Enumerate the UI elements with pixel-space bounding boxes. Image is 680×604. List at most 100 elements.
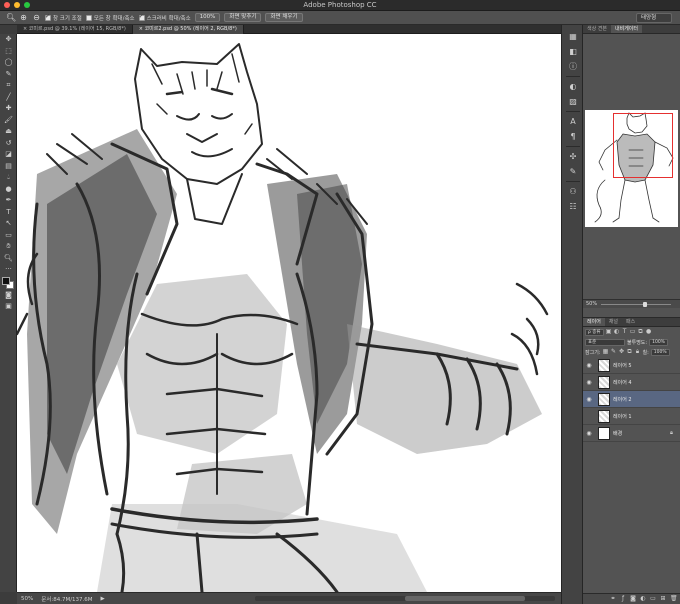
color-swatches[interactable] — [0, 276, 17, 290]
layer-row-selected[interactable]: ◉ 레이어 2 — [583, 391, 680, 408]
scrubby-zoom-checkbox[interactable]: 스크러비 확대/축소 — [138, 13, 191, 22]
checkbox-checked[interactable] — [45, 13, 51, 21]
tab-close-icon[interactable]: × — [139, 26, 143, 32]
layer-row[interactable]: ◉ 레이어 4 — [583, 374, 680, 391]
horizontal-scrollbar[interactable] — [255, 596, 555, 601]
filter-type-icon[interactable]: T — [622, 329, 628, 335]
healing-brush-tool-icon[interactable]: ✚ — [0, 103, 17, 115]
screen-mode-icon[interactable]: ▣ — [0, 301, 17, 313]
quick-select-tool-icon[interactable]: ✎ — [0, 69, 17, 81]
move-tool-icon[interactable]: ✥ — [0, 34, 17, 46]
document-canvas[interactable] — [17, 34, 561, 592]
checkbox-checked[interactable] — [138, 13, 145, 21]
character-panel-icon[interactable]: A — [562, 114, 584, 129]
navigator-zoom-slider[interactable] — [601, 302, 671, 307]
adjustments-panel-icon[interactable]: ◐ — [562, 79, 584, 94]
lock-pixels-icon[interactable]: ✎ — [611, 349, 617, 355]
brush-tool-icon[interactable]: 🖌︎ — [0, 115, 17, 127]
zoom-all-windows-checkbox[interactable]: 모든 창 확대/축소 — [85, 14, 135, 22]
zoom-in-icon[interactable]: ⊕ — [19, 13, 28, 22]
zoom-tool-icon[interactable]: 🔍︎ — [6, 13, 16, 22]
more-tools-icon[interactable]: ··· — [0, 264, 17, 276]
color-panel-icon[interactable]: ◧ — [562, 44, 584, 59]
layer-row-background[interactable]: ◉ 배경 🔒︎ — [583, 425, 680, 442]
foreground-color-swatch[interactable] — [2, 276, 10, 285]
filter-toggle-icon[interactable]: ● — [646, 329, 652, 335]
styles-panel-icon[interactable]: ▨ — [562, 94, 584, 109]
fill-field[interactable]: 100% — [650, 348, 670, 356]
zoom-tool-icon[interactable]: 🔍︎ — [0, 253, 17, 265]
link-layers-icon[interactable]: ⚭ — [610, 596, 616, 602]
fill-screen-button[interactable]: 화면 채우기 — [265, 13, 303, 22]
layer-row[interactable]: ◉ 레이어 5 — [583, 357, 680, 374]
filter-smart-icon[interactable]: ⧉ — [638, 329, 644, 335]
visibility-eye-icon[interactable]: ◉ — [583, 396, 595, 403]
blend-row: 표준 불투명도: 100% — [583, 337, 680, 347]
visibility-eye-icon[interactable]: ◉ — [583, 430, 595, 437]
brushes-panel-icon[interactable]: ✣ — [562, 149, 584, 164]
tab-close-icon[interactable]: × — [23, 26, 27, 32]
hand-tool-icon[interactable]: ✋︎ — [0, 241, 17, 253]
eyedropper-tool-icon[interactable]: ╱ — [0, 92, 17, 104]
marquee-tool-icon[interactable]: ⬚ — [0, 46, 17, 58]
zoom-out-icon[interactable]: ⊖ — [32, 13, 41, 22]
history-panel-icon[interactable]: ▦ — [562, 29, 584, 44]
tab-document-1[interactable]: × 코미르.psd @ 39.1% (레이어 15, RGB/8*) — [17, 25, 133, 34]
filter-pixel-icon[interactable]: ▣ — [606, 329, 612, 335]
opacity-field[interactable]: 100% — [649, 338, 668, 346]
clone-stamp-tool-icon[interactable]: ⏏ — [0, 126, 17, 138]
layer-kind-filter[interactable]: ρ 종류 — [585, 328, 604, 336]
tab-channels[interactable]: 채널 — [605, 318, 622, 326]
slider-knob[interactable] — [643, 302, 647, 307]
clone-source-panel-icon[interactable]: ⚇ — [562, 184, 584, 199]
checkbox[interactable] — [85, 14, 92, 21]
workspace-select[interactable]: 태양형 — [636, 13, 672, 23]
pen-tool-icon[interactable]: ✒ — [0, 195, 17, 207]
tab-layers[interactable]: 레이어 — [583, 318, 605, 326]
lasso-tool-icon[interactable]: ◯ — [0, 57, 17, 69]
resize-windows-checkbox[interactable]: 창 크기 조절 — [45, 13, 82, 22]
navigator-preview[interactable] — [585, 110, 678, 227]
tab-paths[interactable]: 패스 — [622, 318, 639, 326]
eraser-tool-icon[interactable]: ◪ — [0, 149, 17, 161]
tab-navigator[interactable]: 내비게이터 — [611, 25, 643, 33]
tab-swatches[interactable]: 색상 견본 — [583, 25, 611, 33]
gradient-tool-icon[interactable]: ▤ — [0, 161, 17, 173]
blend-mode-select[interactable]: 표준 — [585, 338, 625, 346]
brush-presets-panel-icon[interactable]: ✎ — [562, 164, 584, 179]
new-group-icon[interactable]: ▭ — [650, 596, 656, 602]
visibility-eye-icon[interactable]: ◉ — [583, 379, 595, 386]
blur-tool-icon[interactable]: 💧︎ — [0, 172, 17, 184]
new-layer-icon[interactable]: ⊞ — [660, 596, 666, 602]
tool-presets-panel-icon[interactable]: ☷ — [562, 199, 584, 214]
zoom-100-button[interactable]: 100% — [194, 13, 221, 22]
crop-tool-icon[interactable]: ⌗ — [0, 80, 17, 92]
layer-row[interactable]: 레이어 1 — [583, 408, 680, 425]
filter-adjustment-icon[interactable]: ◐ — [614, 329, 620, 335]
lock-transparent-icon[interactable]: ▦ — [603, 349, 609, 355]
quick-mask-icon[interactable]: ◙ — [0, 290, 17, 302]
lock-position-icon[interactable]: ✥ — [619, 349, 625, 355]
lock-all-icon[interactable]: 🔒︎ — [635, 349, 641, 355]
delete-layer-icon[interactable]: 🗑︎ — [670, 596, 678, 602]
shape-tool-icon[interactable]: ▭ — [0, 230, 17, 242]
paragraph-panel-icon[interactable]: ¶ — [562, 129, 584, 144]
layer-mask-icon[interactable]: ◙ — [630, 596, 636, 602]
path-select-tool-icon[interactable]: ↖ — [0, 218, 17, 230]
adjustment-layer-icon[interactable]: ◐ — [640, 596, 646, 602]
status-menu-arrow-icon[interactable]: ▶ — [101, 596, 105, 602]
tab-document-2[interactable]: × 코미르2.psd @ 50% (레이어 2, RGB/8*) — [132, 25, 244, 34]
scrollbar-thumb[interactable] — [405, 596, 525, 601]
lock-artboard-icon[interactable]: ⧉ — [627, 349, 633, 355]
type-tool-icon[interactable]: T — [0, 207, 17, 219]
layer-style-icon[interactable]: ƒ — [620, 596, 626, 602]
info-panel-icon[interactable]: ⓘ — [562, 59, 584, 74]
fit-screen-button[interactable]: 화면 맞추기 — [224, 13, 262, 22]
filter-shape-icon[interactable]: ▭ — [630, 329, 636, 335]
status-zoom[interactable]: 50% — [21, 596, 33, 602]
navigator-view-rectangle[interactable] — [613, 113, 673, 178]
dodge-tool-icon[interactable]: ● — [0, 184, 17, 196]
visibility-eye-icon[interactable]: ◉ — [583, 362, 595, 369]
navigator-zoom-value[interactable]: 50% — [586, 301, 597, 307]
history-brush-tool-icon[interactable]: ↺ — [0, 138, 17, 150]
